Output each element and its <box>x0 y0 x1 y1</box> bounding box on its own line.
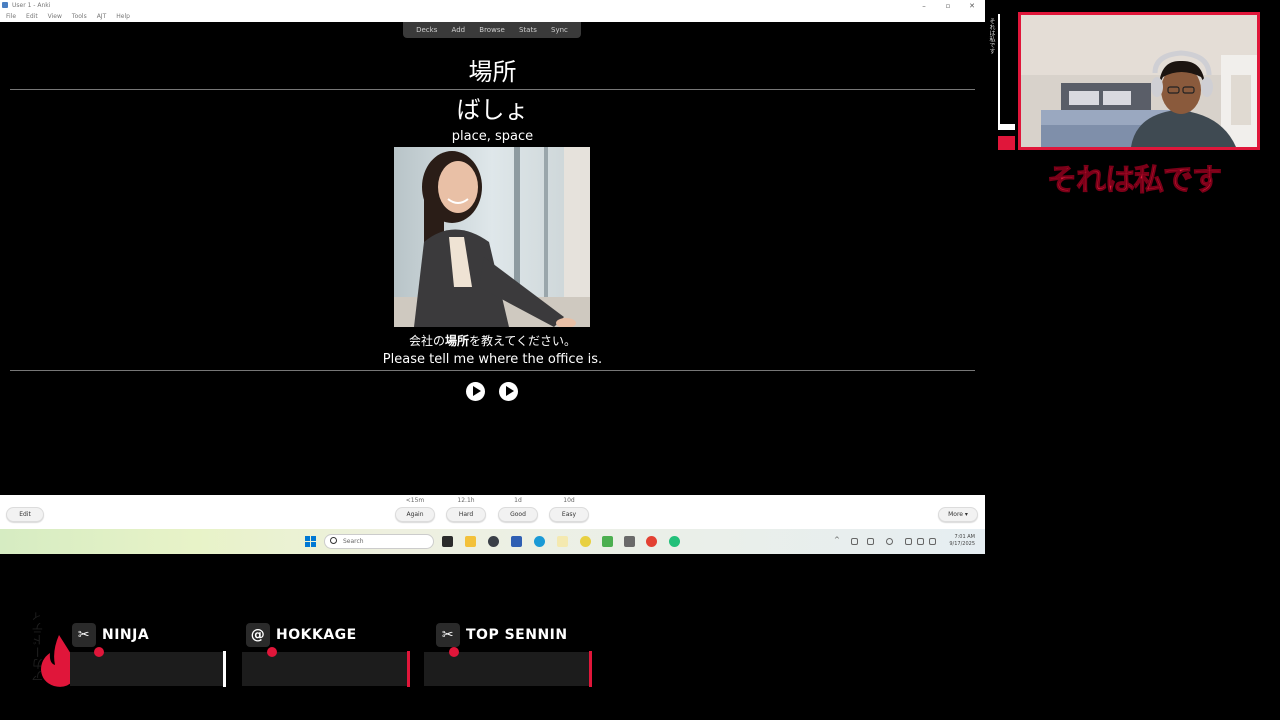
rank-ninja: ✂ NINJA <box>70 620 230 690</box>
toolbar-sync[interactable]: Sync <box>551 26 568 34</box>
edit-button[interactable]: Edit <box>6 507 44 522</box>
maximize-button[interactable]: ▫ <box>943 2 953 10</box>
rank-top-sennin: ✂ TOP SENNIN <box>424 620 596 690</box>
rank-hokkage-marker <box>267 647 277 657</box>
tray-icon-2[interactable] <box>867 538 874 545</box>
card-divider-bottom <box>10 370 975 371</box>
play-audio-sentence-icon[interactable] <box>499 382 518 401</box>
webcam-caption: それは私です <box>1047 163 1223 199</box>
anki-app-icon <box>2 2 8 8</box>
sentence-jp-highlight: 場所 <box>444 334 469 348</box>
window-title: User 1 - Anki <box>12 2 51 9</box>
tray-icon-1[interactable] <box>851 538 858 545</box>
clock-time: 7:01 AM <box>954 534 975 540</box>
card-front-word: 場所 <box>468 58 517 86</box>
edge-icon[interactable] <box>534 536 545 547</box>
app-icon-3[interactable] <box>557 536 568 547</box>
sentence-jp-part2: を教えてください。 <box>468 334 577 348</box>
review-bar: Edit <15m 12.1h 1d 10d Again Hard Good E… <box>0 495 985 529</box>
app-icon-5[interactable] <box>602 536 613 547</box>
crossed-kunai-icon: ✂ <box>72 623 96 647</box>
rank-top-sennin-header: ✂ TOP SENNIN <box>436 623 568 647</box>
main-toolbar: Decks Add Browse Stats Sync <box>403 22 581 38</box>
rank-ninja-progress <box>70 652 223 686</box>
webcam-feed <box>1018 12 1260 150</box>
volume-icon[interactable] <box>917 538 924 545</box>
toolbar-decks[interactable]: Decks <box>416 26 437 34</box>
tray-overflow-icon[interactable]: ^ <box>834 536 841 544</box>
battery-icon[interactable] <box>929 538 936 545</box>
hard-button[interactable]: Hard <box>446 507 486 522</box>
hard-interval: 12.1h <box>457 497 475 504</box>
card-image <box>394 147 590 327</box>
menu-help[interactable]: Help <box>116 13 130 20</box>
app-icon-2[interactable] <box>511 536 522 547</box>
anki-window: User 1 - Anki File Edit View Tools AJT H… <box>0 0 985 554</box>
file-explorer-icon[interactable] <box>465 536 476 547</box>
rank-ninja-header: ✂ NINJA <box>72 623 149 647</box>
menu-edit[interactable]: Edit <box>26 13 38 20</box>
side-vertical-label: それは私です <box>988 18 995 54</box>
wifi-icon[interactable] <box>905 538 912 545</box>
rank-hokkage-header: @ HOKKAGE <box>246 623 357 647</box>
card-reading: ばしょ <box>456 96 529 124</box>
rank-ninja-label: NINJA <box>102 627 150 643</box>
rank-hokkage-progress <box>242 652 408 686</box>
stream-layout: User 1 - Anki File Edit View Tools AJT H… <box>0 0 1280 720</box>
minimize-button[interactable]: – <box>919 2 929 10</box>
example-sentence-english: Please tell me where the office is. <box>382 352 603 367</box>
rank-top-sennin-label: TOP SENNIN <box>466 627 568 643</box>
toolbar-add[interactable]: Add <box>452 26 466 34</box>
strip-white-block <box>998 124 1015 130</box>
good-interval: 1d <box>514 497 522 504</box>
toolbar-stats[interactable]: Stats <box>519 26 537 34</box>
strip-red-block <box>998 136 1015 150</box>
card-view: 場所 ばしょ place, space 会社の場所を教えてください。 Pleas… <box>10 38 975 493</box>
windows-start-icon[interactable] <box>305 536 316 547</box>
rank-hokkage-endcap <box>407 651 410 687</box>
rank-top-sennin-endcap <box>589 651 592 687</box>
strip-bar <box>998 14 1000 129</box>
more-button[interactable]: More ▾ <box>938 507 978 522</box>
app-icon-1[interactable] <box>488 536 499 547</box>
easy-interval: 10d <box>563 497 575 504</box>
menu-ajt[interactable]: AJT <box>97 13 107 20</box>
tray-icon-3[interactable] <box>886 538 893 545</box>
sentence-jp-part1: 会社の <box>408 334 445 348</box>
title-bar: User 1 - Anki File Edit View Tools AJT H… <box>0 0 985 22</box>
taskbar-search[interactable]: Search <box>324 534 434 549</box>
example-sentence-japanese: 会社の場所を教えてください。 <box>10 332 975 349</box>
menu-view[interactable]: View <box>48 13 62 20</box>
rank-top-sennin-marker <box>449 647 459 657</box>
clock-date: 9/17/2025 <box>949 541 975 547</box>
rank-hokkage: @ HOKKAGE <box>242 620 412 690</box>
leaf-village-icon: @ <box>246 623 270 647</box>
again-button[interactable]: Again <box>395 507 435 522</box>
search-icon <box>330 537 337 544</box>
taskbar-clock[interactable]: 7:01 AM 9/17/2025 <box>949 534 975 548</box>
menu-file[interactable]: File <box>6 13 16 20</box>
search-placeholder: Search <box>343 538 364 545</box>
play-audio-word-icon[interactable] <box>466 382 485 401</box>
chrome-icon[interactable] <box>646 536 657 547</box>
again-interval: <15m <box>405 497 425 504</box>
webcam-side-strip: それは私です <box>985 12 1018 150</box>
menu-tools[interactable]: Tools <box>72 13 87 20</box>
toolbar-browse[interactable]: Browse <box>479 26 505 34</box>
app-icon-4[interactable] <box>580 536 591 547</box>
rank-ninja-marker <box>94 647 104 657</box>
anki-taskbar-icon[interactable] <box>624 536 635 547</box>
rank-ninja-endcap <box>223 651 226 687</box>
good-button[interactable]: Good <box>498 507 538 522</box>
easy-button[interactable]: Easy <box>549 507 589 522</box>
app-icon-6[interactable] <box>669 536 680 547</box>
card-meaning: place, space <box>451 129 534 144</box>
windows-taskbar: Search ^ 7:01 AM 9/17/2025 <box>0 529 985 554</box>
task-view-icon[interactable] <box>442 536 453 547</box>
rank-hokkage-label: HOKKAGE <box>276 627 357 643</box>
menu-bar: File Edit View Tools AJT Help <box>6 13 130 20</box>
crossed-kunai-icon: ✂ <box>436 623 460 647</box>
close-button[interactable]: ✕ <box>967 2 977 10</box>
rank-top-sennin-progress <box>424 652 590 686</box>
